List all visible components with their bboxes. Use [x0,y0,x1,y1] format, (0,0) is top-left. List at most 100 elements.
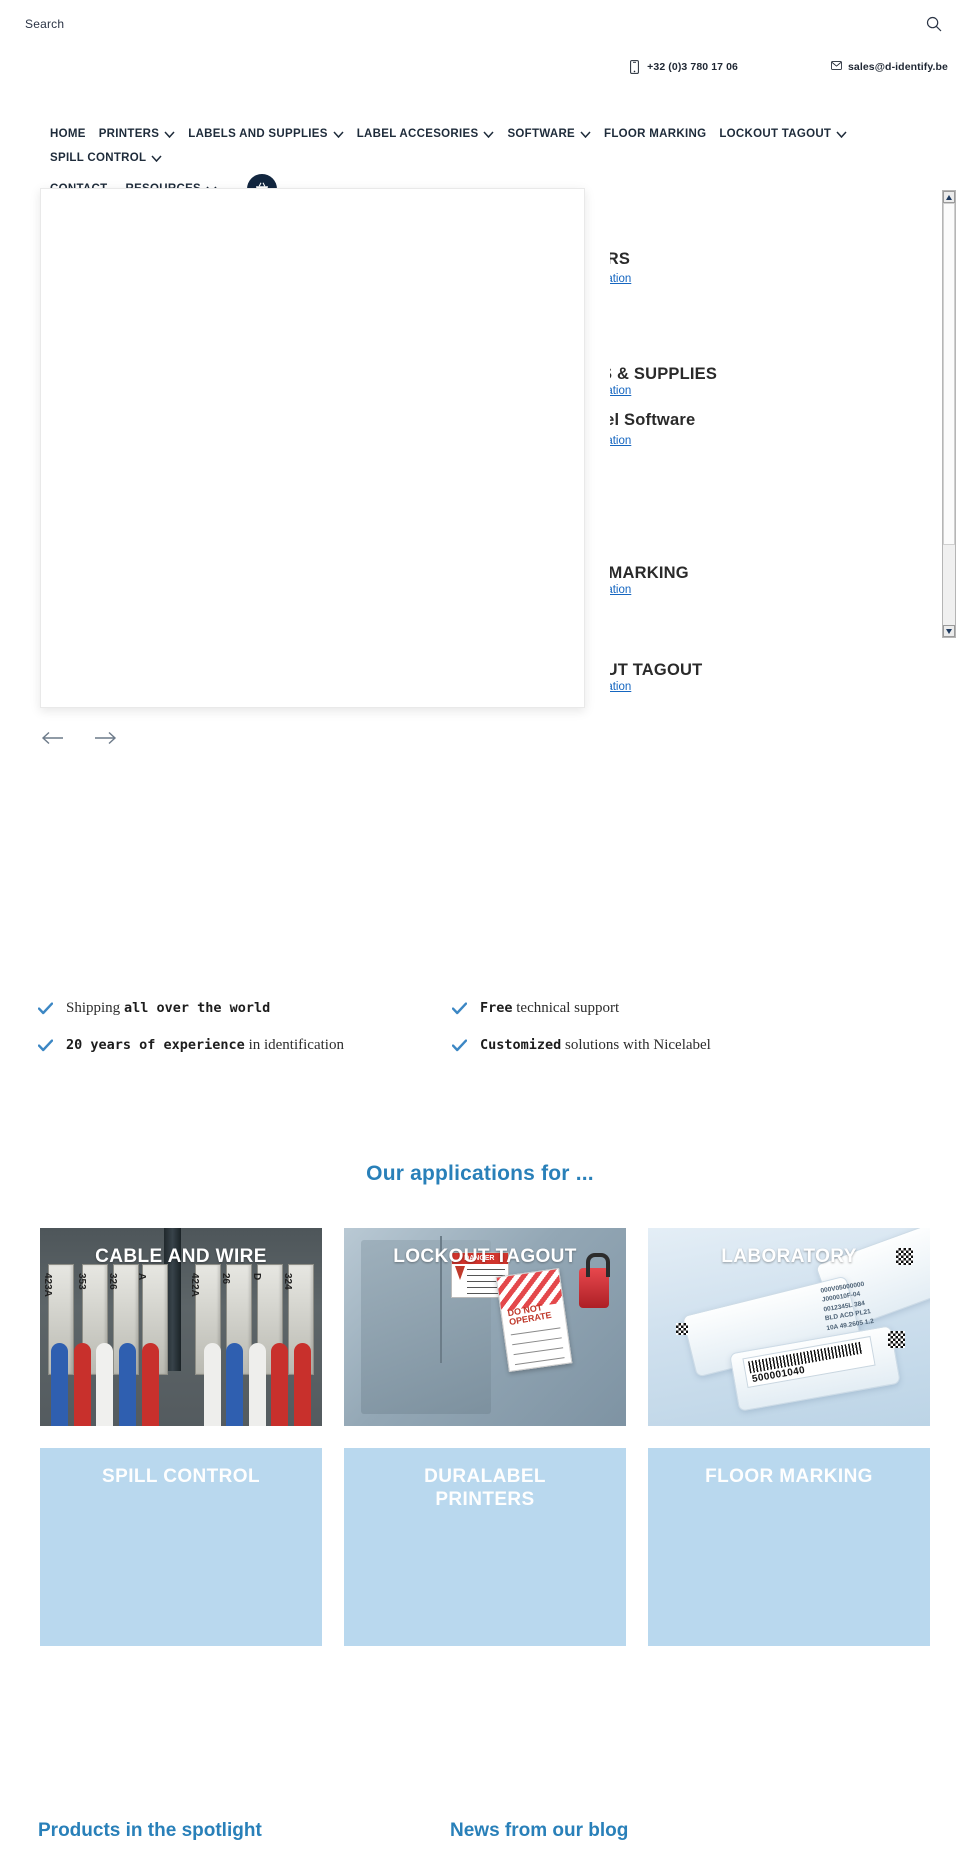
check-icon [452,1002,467,1015]
qr-code-icon [676,1323,689,1336]
category-panel-scrollbar[interactable] [942,190,956,638]
terminal-label: 26 [220,1272,232,1284]
category-title: PRINTERS [610,250,631,268]
application-tile-cable-and-wire[interactable]: 423A 353 326 A 422A 26 D 324 CABLE AND W… [40,1228,322,1426]
usp-item: Customized solutions with Nicelabel [452,1037,711,1054]
nav-item-floor-marking[interactable]: FLOOR MARKING [604,122,719,146]
usp-suffix: technical support [512,1000,620,1016]
top-search-bar: Search [0,0,960,42]
nav-label: FLOOR MARKING [604,128,707,140]
category-more-link[interactable]: More information [610,435,631,447]
terminal-label: 326 [107,1272,119,1290]
usp-text: Customized solutions with Nicelabel [480,1037,711,1054]
usp-bold: Customized [480,1037,562,1053]
application-tile-laboratory[interactable]: 000V05000000 J000010F-04 0012345L 384 BL… [648,1228,930,1426]
contact-email-text: sales@d-identify.be [847,61,948,73]
usp-bold: 20 years of experience [66,1037,245,1053]
chevron-down-icon [164,130,175,138]
nav-item-spill-control[interactable]: SPILL CONTROL [50,146,175,170]
application-label: LOCKOUT TAGOUT [393,1246,577,1267]
contact-bar: +32 (0)3 780 17 06 sales@d-identify.be [0,60,960,82]
terminal-label: 422A [189,1272,201,1297]
terminal-label: 353 [76,1272,88,1290]
chevron-down-icon [836,130,847,138]
nav-item-printers[interactable]: PRINTERS [99,122,189,146]
scrollbar-thumb[interactable] [943,203,955,545]
contact-email[interactable]: sales@d-identify.be [831,60,948,74]
application-tile-lockout-tagout[interactable]: DANGER DO NOT OPERATE LOCKOUT TAGOUT [344,1228,626,1426]
category-item-floor-marking[interactable]: FLOOR MARKING More information [610,488,942,598]
applications-heading: Our applications for ... [366,1162,594,1185]
envelope-icon [831,60,842,74]
category-title: LOCKOUT TAGOUT [610,661,703,679]
category-panel: PRINTERS More information LABELS & SUPPL… [610,188,960,748]
check-icon [452,1039,467,1052]
search-label[interactable]: Search [25,17,64,31]
blog-news-heading: News from our blog [450,1820,629,1841]
application-label: DURALABEL PRINTERS [424,1466,546,1510]
check-icon [38,1039,53,1052]
nav-item-home[interactable]: HOME [50,122,99,146]
padlock-icon [579,1252,611,1308]
hero-slide[interactable] [40,188,585,708]
chevron-down-icon [483,130,495,138]
products-spotlight-heading: Products in the spotlight [38,1820,262,1841]
category-item-spill-kits[interactable]: SPILL KITS More information [610,685,942,748]
homepage: Search +32 (0)3 780 17 06 sales@d-identi… [0,0,960,1875]
application-label: FLOOR MARKING [705,1466,873,1487]
category-item-printers[interactable]: PRINTERS More information [610,188,942,298]
nav-label: PRINTERS [98,128,160,140]
usp-suffix: in identification [244,1037,344,1053]
usp-suffix: solutions with Nicelabel [561,1037,711,1053]
nav-row-primary: HOME PRINTERS LABELS AND SUPPLIES LABEL … [0,122,960,170]
scroll-down-button[interactable] [943,625,955,637]
nav-label: LOCKOUT TAGOUT [719,128,832,140]
nav-label: SPILL CONTROL [50,152,147,164]
applications-grid: 423A 353 326 A 422A 26 D 324 CABLE AND W… [40,1228,930,1646]
application-tile-floor-marking[interactable]: FLOOR MARKING [648,1448,930,1646]
nav-item-lockout-tagout[interactable]: LOCKOUT TAGOUT [719,122,860,146]
category-title: FLOOR MARKING [610,564,689,582]
application-label: SPILL CONTROL [102,1466,260,1487]
chevron-down-icon [333,130,344,138]
check-icon [38,1002,53,1015]
usp-text: 20 years of experience in identification [66,1037,344,1054]
category-title: Nicelabel Software [610,411,696,429]
usp-text: Free technical support [480,1000,619,1017]
contact-phone-text: +32 (0)3 780 17 06 [647,61,738,73]
usp-item: Shipping all over the world [38,1000,344,1017]
nav-item-software[interactable]: SOFTWARE [507,122,604,146]
category-item-nicelabel-software[interactable]: NiceLabel Nicelabel Software More inform… [610,383,942,488]
nav-item-labels-and-supplies[interactable]: LABELS AND SUPPLIES [188,122,356,146]
contact-phone[interactable]: +32 (0)3 780 17 06 [630,60,738,74]
slider-next-arrow-icon[interactable] [92,728,118,748]
usp-item: Free technical support [452,1000,711,1017]
chevron-down-icon [151,154,162,162]
usp-bold: all over the world [123,1000,271,1016]
application-label: CABLE AND WIRE [95,1246,267,1267]
hero-section: PRINTERS More information LABELS & SUPPL… [0,188,960,748]
usp-column-left: Shipping all over the world 20 years of … [38,1000,344,1074]
slider-prev-arrow-icon[interactable] [40,728,66,748]
terminal-label: 423A [42,1272,54,1297]
usp-column-right: Free technical support Customized soluti… [452,1000,711,1074]
slider-controls [40,728,118,748]
application-tile-spill-control[interactable]: SPILL CONTROL [40,1448,322,1646]
nav-item-label-accesories[interactable]: LABEL ACCESORIES [357,122,508,146]
nav-label: SOFTWARE [507,128,576,140]
terminal-label: D [251,1272,263,1280]
usp-bold: Free [480,1000,513,1016]
terminal-label: A [135,1272,147,1280]
nav-label: LABEL ACCESORIES [356,128,479,140]
qr-code-icon [887,1330,905,1348]
application-label: LABORATORY [721,1246,857,1267]
category-more-link[interactable]: More information [610,273,631,285]
scroll-up-button[interactable] [943,191,955,203]
search-icon[interactable] [926,16,942,32]
category-item-lockout-tagout[interactable]: LOCKOUT TAGOUT More information [610,588,942,698]
do-not-operate-tag: DO NOT OPERATE [495,1267,573,1372]
category-title: LABELS & SUPPLIES [610,365,718,383]
nav-label: LABELS AND SUPPLIES [188,128,328,140]
application-tile-duralabel-printers[interactable]: DURALABEL PRINTERS [344,1448,626,1646]
mobile-phone-icon [630,60,641,74]
